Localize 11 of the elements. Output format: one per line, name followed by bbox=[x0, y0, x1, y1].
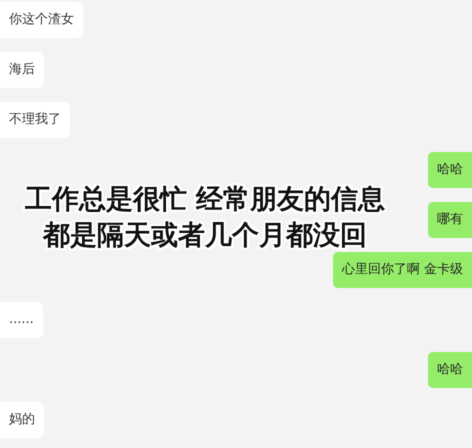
caption-text: 工作总是很忙 经常朋友的信息 bbox=[24, 183, 386, 217]
message-bubble: 哈哈 bbox=[428, 352, 472, 388]
caption-text: 都是隔天或者几个月都没回 bbox=[43, 219, 367, 253]
message-bubble: 不理我了 bbox=[0, 102, 70, 138]
message-bubble: 妈的 bbox=[0, 402, 44, 438]
message-bubble: 海后 bbox=[0, 52, 44, 88]
message-bubble: 哈哈 bbox=[428, 152, 472, 188]
message-bubble: 心里回你了啊 金卡级 bbox=[332, 252, 472, 288]
message-bubble: 你这个渣女 bbox=[0, 2, 83, 38]
message-bubble: 哪有 bbox=[428, 202, 472, 238]
message-bubble: ...... bbox=[0, 302, 43, 338]
